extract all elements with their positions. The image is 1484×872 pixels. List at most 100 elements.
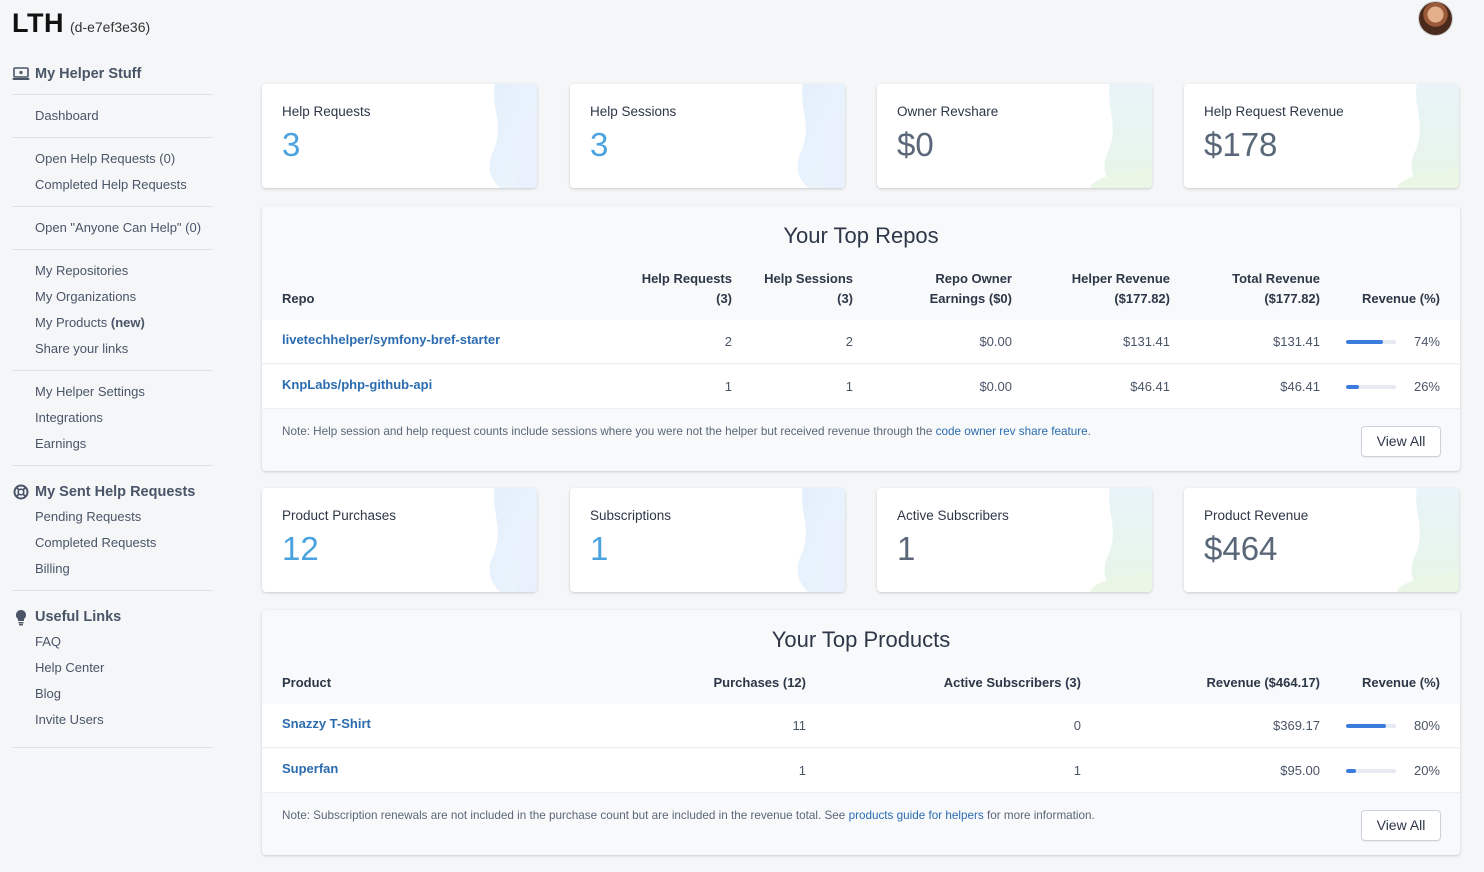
note-text-end: . bbox=[1087, 425, 1091, 438]
repo-link[interactable]: livetechhelper/symfony-bref-starter bbox=[282, 320, 500, 360]
header-line: Earnings ($0) bbox=[929, 291, 1012, 306]
column-header-total-revenue: Total Revenue ($177.82) bbox=[1232, 269, 1320, 309]
sidebar-item-share-links[interactable]: Share your links bbox=[12, 336, 213, 362]
sidebar-section-links: Useful Links bbox=[12, 605, 213, 629]
sidebar: My Helper Stuff Dashboard Open Help Requ… bbox=[12, 62, 213, 748]
sidebar-item-products[interactable]: My Products (new) bbox=[12, 310, 213, 336]
top-products-panel: Your Top Products Product Purchases (12)… bbox=[262, 610, 1460, 855]
stat-card-request-revenue[interactable]: Help Request Revenue $178 bbox=[1184, 84, 1459, 188]
stat-card-subscriptions[interactable]: Subscriptions 1 bbox=[570, 488, 845, 592]
sidebar-item-earnings[interactable]: Earnings bbox=[12, 431, 213, 457]
cell-subscribers: 1 bbox=[1073, 763, 1081, 778]
lightbulb-icon bbox=[12, 608, 30, 626]
cell-helper-revenue: $131.41 bbox=[1123, 334, 1170, 349]
card-decoration bbox=[797, 84, 845, 188]
column-header-owner-earnings: Repo Owner Earnings ($0) bbox=[930, 269, 1012, 309]
account-id: (d-e7ef3e36) bbox=[69, 19, 151, 35]
column-header-revenue: Revenue ($464.17) bbox=[1206, 675, 1320, 690]
sidebar-item-settings[interactable]: My Helper Settings bbox=[12, 379, 213, 405]
product-link[interactable]: Superfan bbox=[282, 749, 338, 789]
revenue-progress-bar bbox=[1346, 769, 1396, 773]
stat-value: 1 bbox=[590, 530, 609, 567]
sidebar-item-invite[interactable]: Invite Users bbox=[12, 707, 213, 733]
column-header-help-sessions: Help Sessions (3) bbox=[764, 269, 853, 309]
divider bbox=[12, 747, 213, 748]
sidebar-item-completed-sent[interactable]: Completed Requests bbox=[12, 530, 213, 556]
revenue-progress-fill bbox=[1346, 769, 1356, 773]
cell-owner-earnings: $0.00 bbox=[979, 334, 1012, 349]
brand-logo[interactable]: LTH bbox=[12, 8, 64, 39]
revenue-progress-fill bbox=[1346, 724, 1386, 728]
stat-value: $178 bbox=[1204, 126, 1278, 163]
cell-helper-revenue: $46.41 bbox=[1130, 379, 1170, 394]
stat-label: Subscriptions bbox=[590, 508, 672, 523]
cell-revenue-pct: 74% bbox=[1413, 334, 1440, 349]
cell-sessions: 2 bbox=[845, 334, 853, 349]
sidebar-item-faq[interactable]: FAQ bbox=[12, 629, 213, 655]
table-row: livetechhelper/symfony-bref-starter 2 2 … bbox=[262, 320, 1460, 364]
column-header-repo: Repo bbox=[282, 291, 315, 306]
note-text-end: for more information. bbox=[983, 809, 1095, 822]
cell-total-revenue: $131.41 bbox=[1273, 334, 1320, 349]
stat-card-owner-revshare[interactable]: Owner Revshare $0 bbox=[877, 84, 1152, 188]
stat-card-product-purchases[interactable]: Product Purchases 12 bbox=[262, 488, 537, 592]
header-line: Repo Owner bbox=[935, 271, 1012, 286]
cell-requests: 2 bbox=[724, 334, 732, 349]
sidebar-item-dashboard[interactable]: Dashboard bbox=[12, 103, 213, 129]
sidebar-item-open-requests[interactable]: Open Help Requests (0) bbox=[12, 146, 213, 172]
sidebar-item-pending[interactable]: Pending Requests bbox=[12, 504, 213, 530]
sidebar-item-billing[interactable]: Billing bbox=[12, 556, 213, 582]
column-header-revenue-pct: Revenue (%) bbox=[1361, 291, 1440, 306]
stat-label: Help Sessions bbox=[590, 104, 677, 119]
card-decoration bbox=[797, 488, 845, 592]
table-row: Superfan 1 1 $95.00 20% bbox=[262, 749, 1460, 793]
stat-card-help-requests[interactable]: Help Requests 3 bbox=[262, 84, 537, 188]
stat-card-active-subscribers[interactable]: Active Subscribers 1 bbox=[877, 488, 1152, 592]
view-all-products-button[interactable]: View All bbox=[1361, 810, 1441, 841]
sidebar-item-blog[interactable]: Blog bbox=[12, 681, 213, 707]
column-header-purchases: Purchases (12) bbox=[713, 675, 807, 690]
revenue-progress-bar bbox=[1346, 385, 1396, 389]
products-guide-link[interactable]: products guide for helpers bbox=[849, 809, 984, 822]
stat-label: Product Purchases bbox=[282, 508, 397, 523]
life-ring-icon bbox=[12, 483, 30, 501]
laptop-icon bbox=[12, 65, 30, 83]
stat-label: Help Requests bbox=[282, 104, 371, 119]
stat-label: Help Request Revenue bbox=[1204, 104, 1344, 119]
cell-revenue: $95.00 bbox=[1280, 763, 1320, 778]
column-header-revenue-pct: Revenue (%) bbox=[1361, 675, 1440, 690]
view-all-repos-button[interactable]: View All bbox=[1361, 426, 1441, 457]
sidebar-item-integrations[interactable]: Integrations bbox=[12, 405, 213, 431]
sidebar-item-repositories[interactable]: My Repositories bbox=[12, 258, 213, 284]
column-header-help-requests: Help Requests (3) bbox=[642, 269, 732, 309]
cell-total-revenue: $46.41 bbox=[1280, 379, 1320, 394]
sidebar-section-title: My Helper Stuff bbox=[35, 66, 142, 82]
stat-value: 1 bbox=[897, 530, 916, 567]
avatar[interactable] bbox=[1419, 2, 1452, 35]
sidebar-item-anyone-can-help[interactable]: Open "Anyone Can Help" (0) bbox=[12, 215, 213, 241]
cell-revenue: $369.17 bbox=[1273, 718, 1320, 733]
note-text: Note: Help session and help request coun… bbox=[282, 425, 936, 438]
stat-card-product-revenue[interactable]: Product Revenue $464 bbox=[1184, 488, 1459, 592]
sidebar-item-organizations[interactable]: My Organizations bbox=[12, 284, 213, 310]
brand[interactable]: LTH (d-e7ef3e36) bbox=[12, 8, 150, 39]
card-decoration bbox=[1397, 488, 1459, 592]
note-text: Note: Subscription renewals are not incl… bbox=[282, 809, 849, 822]
table-note: Note: Help session and help request coun… bbox=[282, 425, 1091, 438]
panel-title: Your Top Products bbox=[771, 627, 951, 652]
header-line: Help Sessions bbox=[764, 271, 853, 286]
product-link[interactable]: Snazzy T-Shirt bbox=[282, 704, 371, 744]
rev-share-link[interactable]: code owner rev share feature bbox=[936, 425, 1088, 438]
header-line: Total Revenue bbox=[1232, 271, 1320, 286]
header-line: (3) bbox=[837, 291, 853, 306]
cell-revenue-pct: 26% bbox=[1413, 379, 1440, 394]
revenue-progress-bar bbox=[1346, 340, 1396, 344]
card-decoration bbox=[489, 84, 537, 188]
top-repos-panel: Your Top Repos Repo Help Requests (3) He… bbox=[262, 206, 1460, 471]
card-decoration bbox=[1090, 488, 1152, 592]
repo-link[interactable]: KnpLabs/php-github-api bbox=[282, 365, 432, 405]
stat-value: 3 bbox=[590, 126, 609, 163]
stat-card-help-sessions[interactable]: Help Sessions 3 bbox=[570, 84, 845, 188]
sidebar-item-help-center[interactable]: Help Center bbox=[12, 655, 213, 681]
sidebar-item-completed-requests[interactable]: Completed Help Requests bbox=[12, 172, 213, 198]
